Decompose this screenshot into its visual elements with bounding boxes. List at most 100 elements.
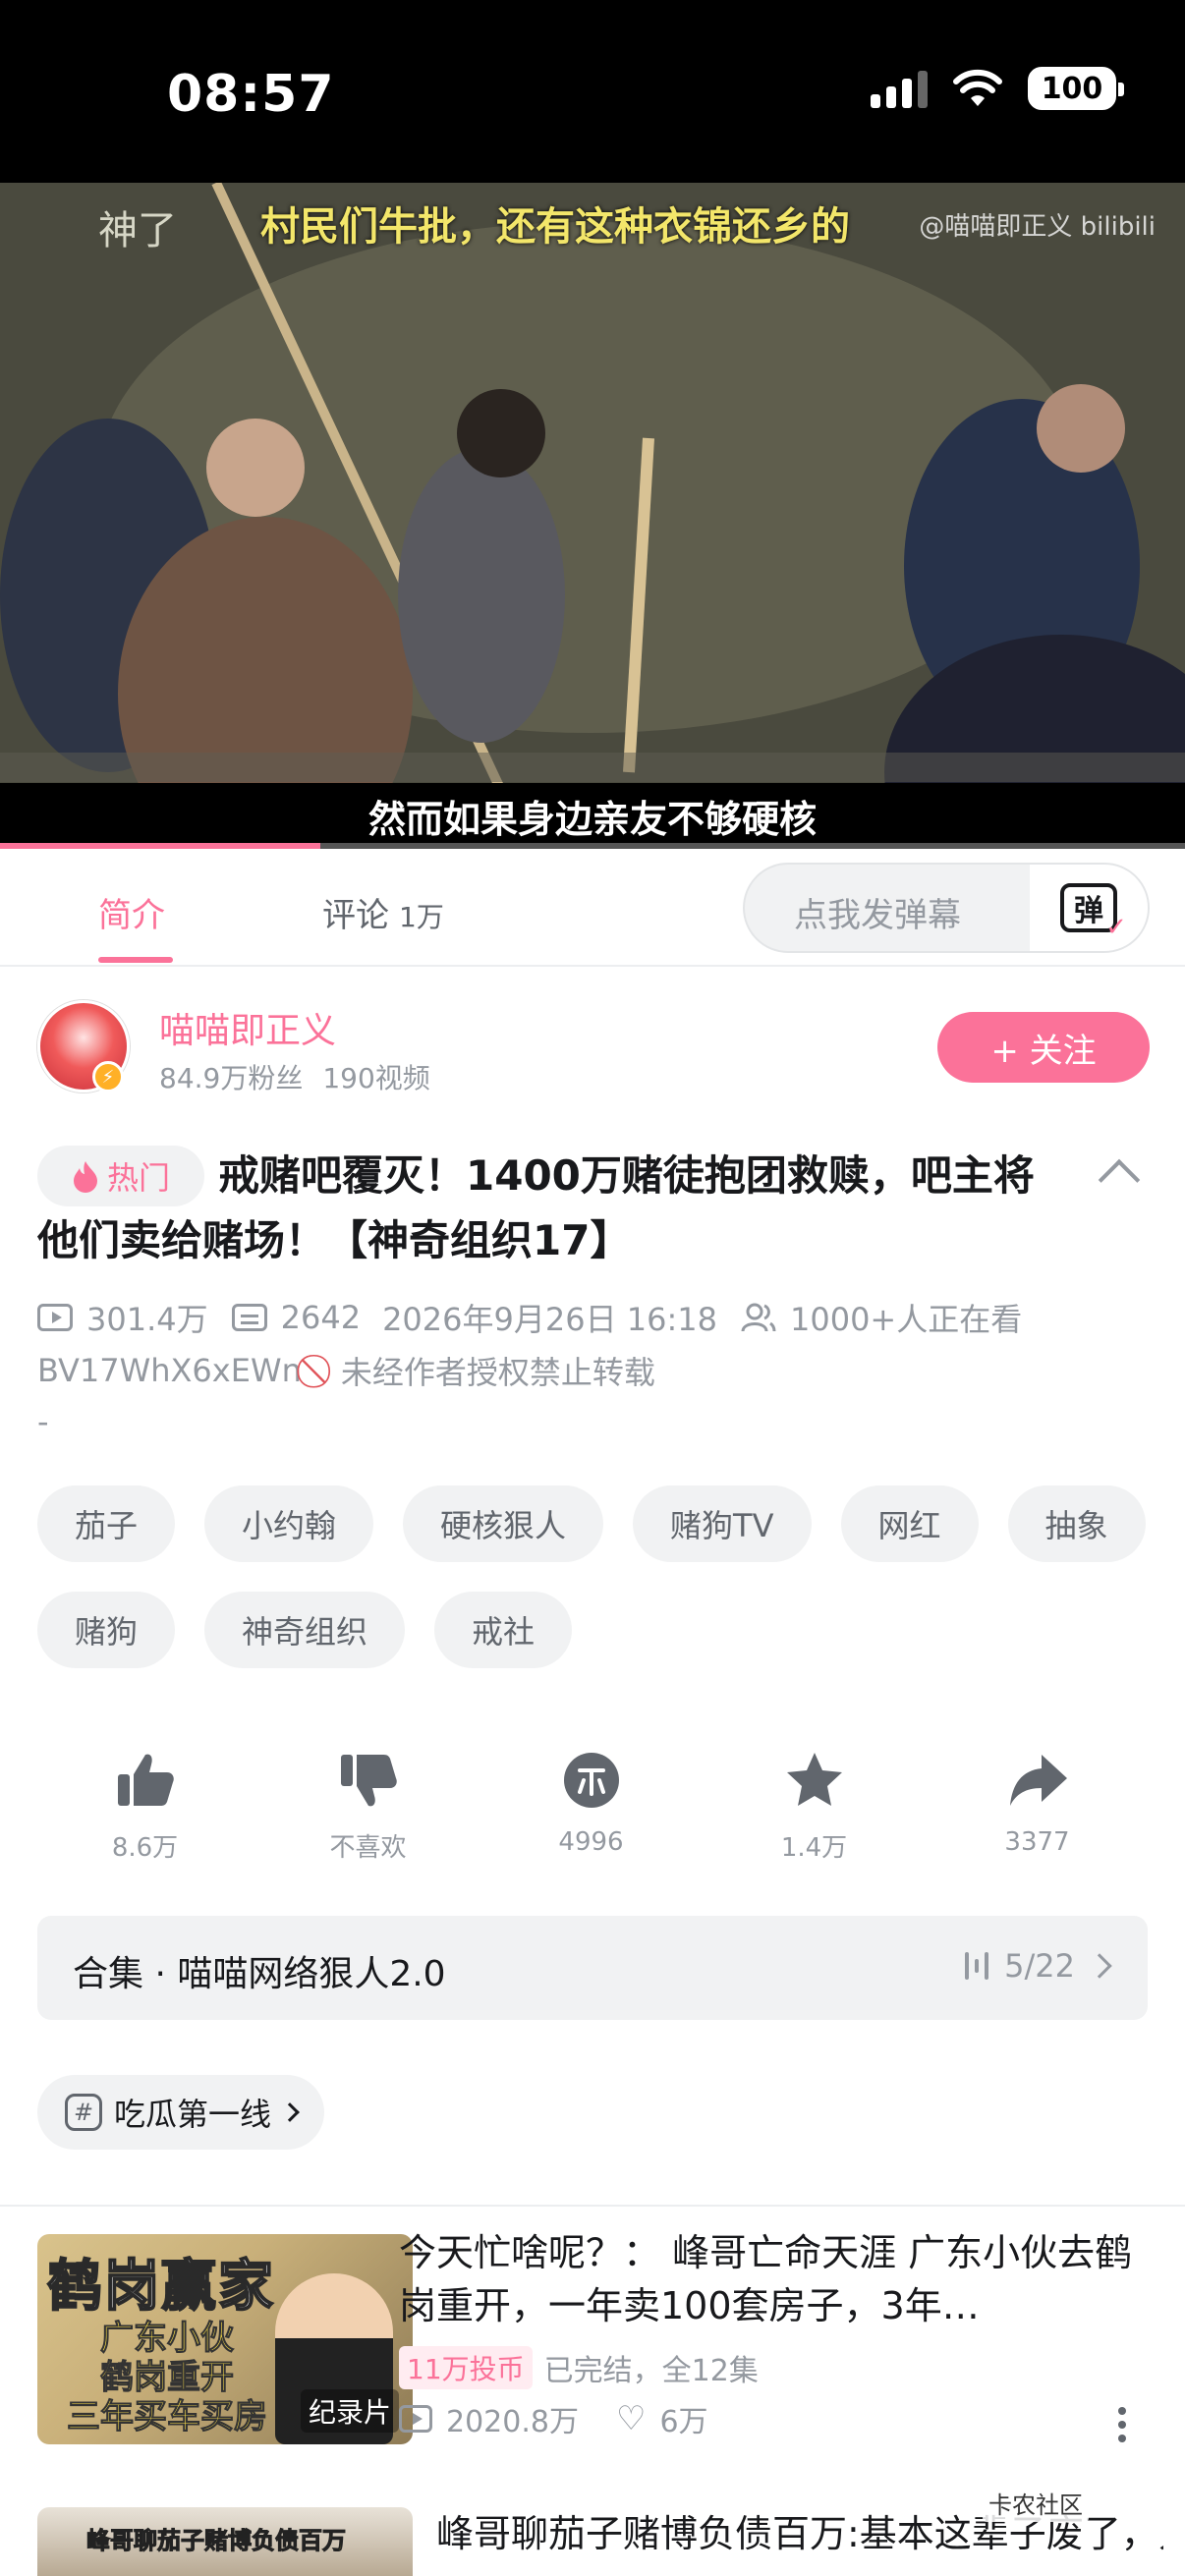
collection-progress-area: 5/22: [965, 1947, 1112, 1985]
video-subtitle: 然而如果身边亲友不够硬核: [0, 783, 1185, 848]
tag-list: 茄子 小约翰 硬核狠人 赌狗TV 网红 抽象 赌狗 神奇组织 戒社: [37, 1485, 1157, 1668]
thumbnail-subtitle-line: 广东小伙: [100, 2319, 235, 2359]
danmaku-count: 2642: [280, 1299, 362, 1336]
section-divider: [0, 2205, 1185, 2207]
favorite-button[interactable]: 1.4万: [703, 1749, 926, 1864]
collection-title: 合集 · 喵喵网络狠人2.0: [73, 1954, 446, 1994]
status-bar: 08:57 100: [0, 0, 1185, 183]
like-button[interactable]: 8.6万: [33, 1749, 256, 1864]
tag-chip[interactable]: 赌狗TV: [633, 1485, 812, 1562]
follow-button[interactable]: + 关注: [937, 1012, 1150, 1083]
uploader-name[interactable]: 喵喵即正义: [159, 1002, 336, 1053]
like-count: 8.6万: [111, 1833, 179, 1863]
video-top-caption: 村民们牛批，还有这种衣锦还乡的: [260, 204, 850, 250]
topic-label: 吃瓜第一线: [114, 2096, 272, 2133]
thumbs-down-icon: [337, 1749, 400, 1812]
tab-comments-count: 1万: [399, 901, 444, 933]
share-count: 3377: [1004, 1827, 1070, 1857]
share-button[interactable]: 3377: [926, 1749, 1149, 1864]
danmaku-icon: 弹: [1060, 883, 1127, 942]
chevron-right-icon: [1087, 1953, 1112, 1979]
thumbnail-tag: 纪录片: [300, 2389, 399, 2433]
tag-chip[interactable]: 硬核狠人: [403, 1485, 604, 1562]
view-count: 301.4万: [86, 1301, 208, 1338]
hashtag-icon: #: [65, 2094, 102, 2131]
collapse-chevron-icon[interactable]: [1098, 1158, 1141, 1202]
collection-card[interactable]: 合集 · 喵喵网络狠人2.0 5/22: [37, 1916, 1148, 2020]
share-icon: [1006, 1749, 1069, 1812]
thumbnail-subtitle: 广东小伙 鹤岗重开 三年买车买房: [67, 2319, 268, 2437]
recommended-video-thumbnail[interactable]: 峰哥聊茄子赌博负债百万: [37, 2507, 413, 2576]
recommended-video-badges: 11万投币 已完结，全12集: [399, 2346, 759, 2389]
recommended-video-title[interactable]: 今天忙啥呢？： 峰哥亡命天涯 广东小伙去鹤岗重开，一年卖100套房子，3年…: [399, 2226, 1156, 2332]
video-player[interactable]: 神了 村民们牛批，还有这种衣锦还乡的 @喵喵即正义 bilibili 然而如果身…: [0, 183, 1185, 848]
tag-chip[interactable]: 神奇组织: [204, 1592, 406, 1668]
coin-button[interactable]: 4996: [480, 1749, 703, 1864]
publish-date: 2026年9月26日 16:18: [382, 1301, 717, 1338]
danmaku-placeholder: 点我发弹幕: [794, 896, 961, 935]
danmaku-count-icon: [231, 1304, 267, 1331]
favorite-count: 1.4万: [780, 1833, 848, 1863]
watching-now: 1000+人正在看: [789, 1301, 1023, 1338]
thumbs-up-icon: [114, 1749, 177, 1812]
thumbnail-subtitle-line: 鹤岗重开: [100, 2358, 235, 2398]
more-options-icon[interactable]: [1118, 2407, 1126, 2442]
bvid[interactable]: BV17WhX6xEWn: [37, 1352, 302, 1389]
flame-icon: [73, 1161, 97, 1193]
series-status: 已完结，全12集: [543, 2354, 759, 2388]
tab-intro-label: 简介: [98, 896, 165, 935]
coin-icon: [560, 1749, 623, 1812]
uploader-stats: 84.9万粉丝 190视频: [159, 1057, 450, 1096]
tab-comments[interactable]: 评论 1万: [322, 888, 444, 936]
recommended-video-thumbnail[interactable]: 鹤岗赢家 广东小伙 鹤岗重开 三年买车买房 纪录片: [37, 2234, 413, 2444]
video-meta-row2: BV17WhX6xEWn ⃠ 未经作者授权禁止转载: [37, 1348, 655, 1393]
tab-active-indicator: [98, 957, 173, 963]
tab-intro[interactable]: 简介: [98, 888, 165, 936]
battery-icon: 100: [1028, 67, 1124, 110]
tab-comments-label: 评论: [322, 896, 389, 935]
topic-chip[interactable]: # 吃瓜第一线: [37, 2075, 325, 2150]
uploader-video-count: 190视频: [322, 1062, 430, 1094]
tag-chip[interactable]: 茄子: [37, 1485, 176, 1562]
play-count-icon: [37, 1304, 73, 1331]
wifi-icon: [953, 69, 1002, 106]
dislike-button[interactable]: 不喜欢: [256, 1749, 480, 1864]
thumbnail-title: 峰哥聊茄子赌博负债百万: [86, 2527, 347, 2555]
video-description: -: [37, 1403, 49, 1440]
video-frame: [0, 183, 1185, 848]
recommended-likes: 6万: [659, 2405, 708, 2439]
tag-chip[interactable]: 戒社: [434, 1592, 573, 1668]
danmaku-input[interactable]: 点我发弹幕 弹: [743, 863, 1150, 953]
thumbnail-title: 鹤岗赢家: [46, 2254, 275, 2320]
tag-chip[interactable]: 赌狗: [37, 1592, 176, 1668]
status-icons: 100: [871, 67, 1124, 110]
cellular-signal-icon: [871, 69, 928, 108]
action-bar: 8.6万 不喜欢 4996 1.4万 3377: [0, 1749, 1185, 1864]
tag-chip[interactable]: 小约翰: [204, 1485, 374, 1562]
tag-chip[interactable]: 网红: [840, 1485, 979, 1562]
heart-icon: ♡: [615, 2399, 647, 2438]
uploader-fans: 84.9万粉丝: [159, 1062, 304, 1094]
star-icon: [783, 1749, 846, 1812]
danmaku-settings-button[interactable]: 弹: [1030, 865, 1148, 951]
video-overlay-text: 神了: [98, 208, 177, 253]
community-watermark: 卡农社区: [983, 2484, 1089, 2522]
recommended-video-stats: 2020.8万 ♡ 6万: [399, 2397, 708, 2440]
hot-badge[interactable]: 热门: [37, 1146, 204, 1206]
status-time: 08:57: [167, 65, 335, 124]
playlist-icon: [965, 1951, 989, 1981]
viewers-icon: [741, 1303, 776, 1332]
video-meta: 301.4万 2642 2026年9月26日 16:18 1000+人正在看: [37, 1295, 1022, 1340]
no-repost-notice: 未经作者授权禁止转载: [340, 1354, 655, 1391]
collection-progress: 5/22: [1004, 1947, 1075, 1985]
thumbnail-subtitle-line: 三年买车买房: [67, 2397, 268, 2437]
play-count-icon: [399, 2405, 432, 2433]
dislike-label: 不喜欢: [329, 1833, 407, 1863]
coin-count: 4996: [558, 1827, 624, 1857]
recommended-views: 2020.8万: [446, 2405, 579, 2439]
coin-badge: 11万投币: [399, 2346, 533, 2389]
chevron-right-icon: [280, 2102, 300, 2122]
hot-badge-label: 热门: [106, 1159, 170, 1197]
tag-chip[interactable]: 抽象: [1007, 1485, 1146, 1562]
verified-badge-icon: ⚡: [92, 1061, 124, 1092]
